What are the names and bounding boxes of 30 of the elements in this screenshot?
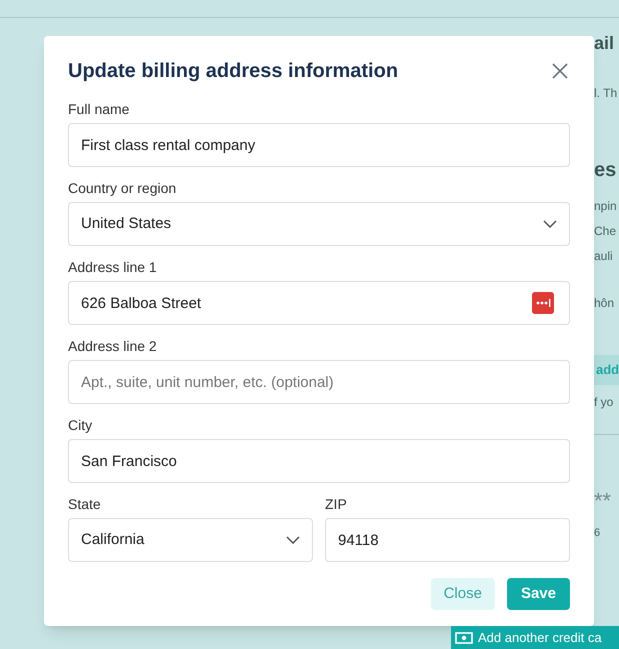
background-text: Che xyxy=(594,223,618,240)
field-label: Country or region xyxy=(68,179,178,197)
chevron-down-icon xyxy=(543,220,557,228)
field-label: ZIP xyxy=(325,495,348,513)
money-icon xyxy=(455,632,473,644)
input-field[interactable]: 626 Balboa Street xyxy=(68,281,570,325)
background-text: l. Th xyxy=(594,85,618,102)
input-field[interactable]: 94118 xyxy=(325,518,570,562)
input-field[interactable]: San Francisco xyxy=(68,439,570,483)
input-field[interactable]: First class rental company xyxy=(68,123,570,167)
background-text: npin xyxy=(594,198,618,215)
dialog-title: Update billing address information xyxy=(68,59,398,84)
background-text: ail xyxy=(594,32,616,55)
select-field[interactable]: California xyxy=(68,518,313,562)
close-icon[interactable] xyxy=(550,61,570,81)
field-label: Address line 1 xyxy=(68,258,158,276)
password-manager-icon[interactable] xyxy=(532,292,554,314)
field-label: Full name xyxy=(68,100,130,118)
field-label: Address line 2 xyxy=(68,337,158,355)
select-field[interactable]: United States xyxy=(68,202,570,246)
background-text: auli xyxy=(594,248,614,265)
background-text: f yo xyxy=(594,394,614,411)
input-field[interactable]: Apt., suite, unit number, etc. (optional) xyxy=(68,360,570,404)
background-text: 6 xyxy=(594,526,602,541)
chevron-down-icon xyxy=(286,536,300,544)
field-label: State xyxy=(68,495,102,513)
background-text: es xyxy=(594,158,618,183)
background-text: ** xyxy=(594,487,612,515)
field-label: City xyxy=(68,416,94,434)
background-text: hôn xyxy=(594,295,616,312)
